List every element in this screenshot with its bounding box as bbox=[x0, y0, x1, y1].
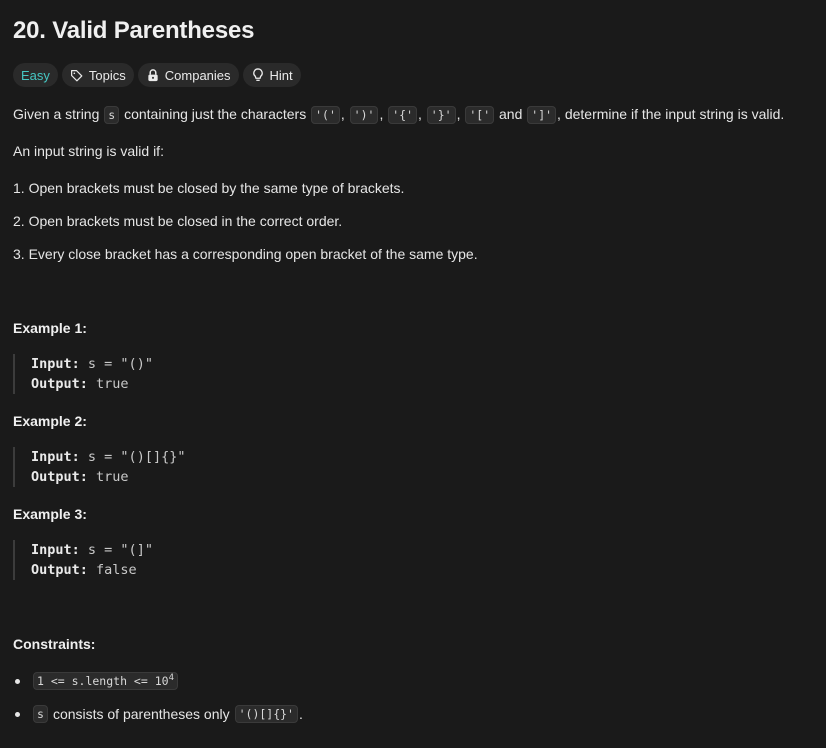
constraint-item: s consists of parentheses only '()[]{}'. bbox=[13, 705, 303, 723]
separator: , bbox=[379, 106, 384, 122]
lightbulb-icon bbox=[251, 68, 265, 82]
hint-label: Hint bbox=[269, 67, 293, 83]
separator: , bbox=[340, 106, 345, 122]
intro-suffix: , determine if the input string is valid… bbox=[557, 106, 785, 122]
constraint-length-text: 1 <= s.length <= 10 bbox=[37, 674, 169, 688]
rule-item: 3. Every close bracket has a correspondi… bbox=[13, 246, 478, 262]
inline-code-chars: '()[]{}' bbox=[234, 705, 298, 723]
inline-code-char: '[' bbox=[465, 106, 495, 124]
example-heading: Example 3: bbox=[13, 506, 87, 522]
exponent: 4 bbox=[168, 673, 174, 684]
example-input-line: Input: s = "()[]{}" bbox=[31, 447, 185, 467]
page-title: 20. Valid Parentheses bbox=[13, 17, 255, 44]
intro-prefix: Given a string bbox=[13, 106, 100, 122]
output-label: Output: bbox=[31, 376, 88, 392]
example-block: Input: s = "()" Output: true bbox=[13, 354, 153, 394]
constraints-heading: Constraints: bbox=[13, 636, 96, 652]
input-value: s = "(]" bbox=[87, 542, 153, 558]
and-word: and bbox=[499, 106, 523, 122]
input-label: Input: bbox=[31, 356, 80, 372]
inline-code-char: ']' bbox=[527, 106, 557, 124]
input-label: Input: bbox=[31, 542, 80, 558]
inline-code-char: ')' bbox=[349, 106, 379, 124]
example-output-line: Output: true bbox=[31, 467, 185, 487]
hint-button[interactable]: Hint bbox=[242, 63, 301, 87]
separator: , bbox=[456, 106, 461, 122]
bullet-dot bbox=[15, 678, 20, 684]
output-value: true bbox=[96, 376, 129, 392]
example-output-line: Output: false bbox=[31, 560, 153, 580]
inline-code-char: '}' bbox=[426, 106, 456, 124]
example-heading: Example 1: bbox=[13, 320, 87, 336]
intro-paragraph: Given a string s containing just the cha… bbox=[13, 105, 784, 124]
example-block: Input: s = "()[]{}" Output: true bbox=[13, 447, 185, 487]
difficulty-badge[interactable]: Easy bbox=[13, 63, 58, 87]
example-heading: Example 2: bbox=[13, 413, 87, 429]
separator: , bbox=[418, 106, 422, 122]
output-label: Output: bbox=[31, 562, 88, 578]
companies-button[interactable]: Companies bbox=[137, 63, 239, 87]
input-label: Input: bbox=[31, 449, 80, 465]
inline-code-char: '(' bbox=[311, 106, 340, 124]
constraint-item: 1 <= s.length <= 104 bbox=[13, 672, 179, 690]
bullet-dot bbox=[15, 711, 20, 717]
output-value: true bbox=[96, 469, 129, 485]
rule-item: 1. Open brackets must be closed by the s… bbox=[13, 180, 405, 196]
companies-label: Companies bbox=[164, 67, 231, 83]
output-label: Output: bbox=[31, 469, 88, 485]
output-value: false bbox=[96, 562, 137, 578]
constraint-code: 1 <= s.length <= 104 bbox=[33, 672, 178, 690]
period: . bbox=[298, 706, 303, 722]
inline-code-var: s bbox=[33, 705, 48, 723]
example-block: Input: s = "(]" Output: false bbox=[13, 540, 153, 580]
input-value: s = "()" bbox=[87, 356, 153, 372]
inline-code-char: '{' bbox=[388, 106, 417, 124]
topics-button[interactable]: Topics bbox=[61, 63, 134, 87]
intro-mid: containing just the characters bbox=[124, 106, 307, 122]
tag-bar: Easy Topics Companies Hint bbox=[13, 62, 305, 88]
input-value: s = "()[]{}" bbox=[87, 449, 186, 465]
topics-label: Topics bbox=[88, 67, 126, 83]
example-input-line: Input: s = "(]" bbox=[31, 540, 153, 560]
inline-code-var: s bbox=[104, 106, 120, 124]
rule-item: 2. Open brackets must be closed in the c… bbox=[13, 213, 343, 229]
valid-if-text: An input string is valid if: bbox=[13, 143, 164, 159]
tag-icon bbox=[70, 68, 84, 82]
lock-icon bbox=[146, 68, 160, 82]
example-output-line: Output: true bbox=[31, 374, 153, 394]
constraint-text: consists of parentheses only bbox=[52, 706, 230, 722]
example-input-line: Input: s = "()" bbox=[31, 354, 153, 374]
